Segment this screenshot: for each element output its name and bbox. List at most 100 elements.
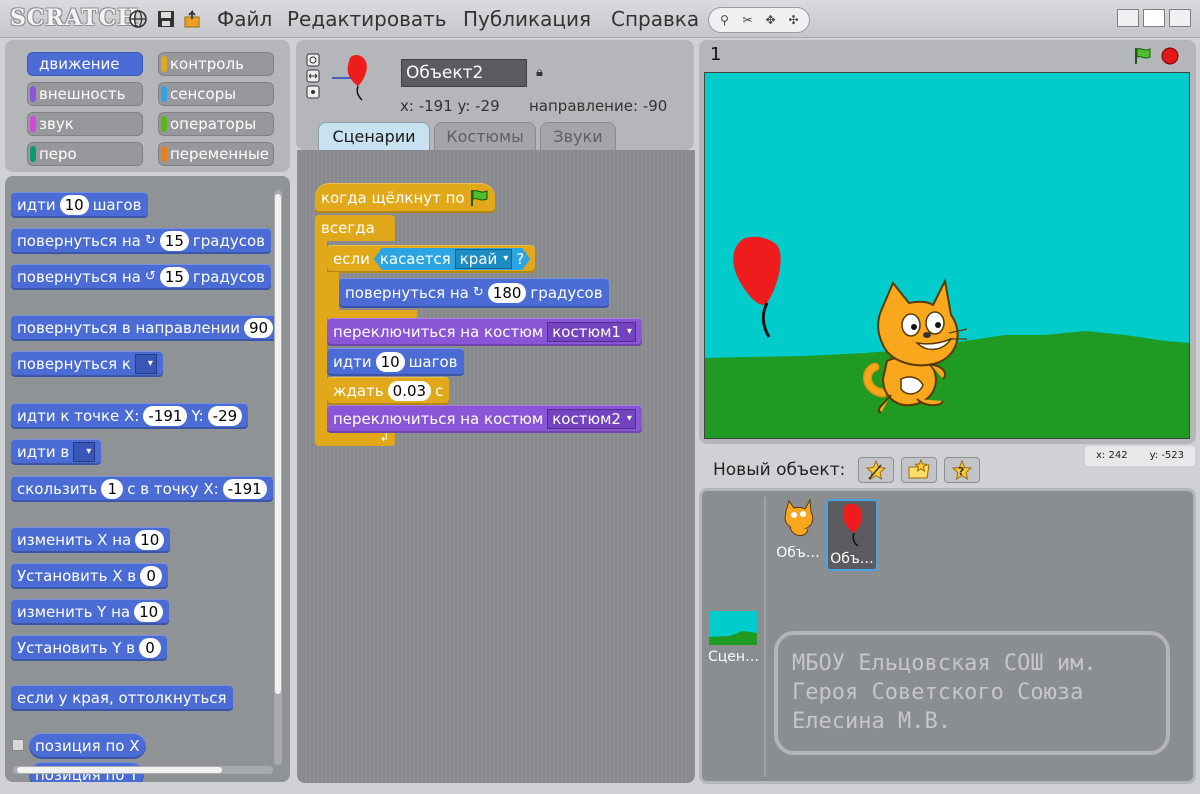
category-sensing[interactable]: сенсоры <box>158 82 274 106</box>
green-flag-icon <box>470 190 488 206</box>
rotate-clockwise-icon: ↻ <box>144 233 156 248</box>
category-variables[interactable]: переменные <box>158 142 274 166</box>
stage-title: 1 <box>710 44 722 65</box>
rotate-counterclockwise-icon: ↺ <box>144 269 156 284</box>
block-goto[interactable]: идти в <box>11 439 102 465</box>
scratch-logo: SCRATCH <box>10 5 140 31</box>
question-star-icon: ? <box>951 459 973 481</box>
duplicate-stamp-icon[interactable]: ⚲ <box>714 10 736 30</box>
category-operators[interactable]: операторы <box>158 112 274 136</box>
sprite-thumb-balloon[interactable]: Объ… <box>826 499 878 571</box>
block-turn-counterclockwise[interactable]: повернуться на ↺ 15 градусов <box>11 264 271 290</box>
paint-star-icon <box>865 459 887 481</box>
sprite-coordinates: x: -191 y: -29 <box>400 97 500 115</box>
menu-help[interactable]: Справка <box>611 7 699 31</box>
block-goto-xy[interactable]: идти к точке X: -191 Y: -29 <box>11 403 249 429</box>
menu-bar: SCRATCH Файл Редактировать Публикация Сп… <box>0 0 1200 38</box>
stage-thumb-image <box>709 611 757 645</box>
costume-dropdown[interactable]: костюм2 <box>547 409 636 429</box>
costume-dropdown[interactable]: костюм1 <box>547 322 636 342</box>
rotate-clockwise-icon: ↻ <box>472 285 484 300</box>
script-block-move[interactable]: идти 10 шагов <box>327 348 464 376</box>
tab-scripts[interactable]: Сценарии <box>318 122 430 150</box>
small-stage-layout-icon[interactable] <box>1117 9 1139 27</box>
block-if[interactable]: если касается край ? <box>327 245 535 273</box>
new-sprite-bar: Новый объект: ? <box>699 452 1196 488</box>
palette-horizontal-scrollbar[interactable] <box>13 766 273 774</box>
sprite-info-panel: Объект2 🔒︎ x: -191 y: -29 направление: -… <box>296 40 694 150</box>
forever-arm <box>315 241 327 434</box>
grow-icon[interactable]: ✥ <box>760 10 782 30</box>
palette-vertical-scrollbar[interactable] <box>274 190 282 765</box>
choose-sprite-from-file-button[interactable] <box>901 457 937 483</box>
block-bounce[interactable]: если у края, оттолкнуться <box>11 685 233 711</box>
goto-dropdown[interactable] <box>73 442 96 462</box>
block-touching[interactable]: касается край ? <box>374 248 530 270</box>
block-turn-clockwise[interactable]: повернуться на ↻ 15 градусов <box>11 228 271 254</box>
rotation-style-icons[interactable] <box>306 53 320 101</box>
category-control[interactable]: контроль <box>158 52 274 76</box>
surprise-sprite-button[interactable]: ? <box>944 457 980 483</box>
share-icon[interactable] <box>183 9 203 29</box>
balloon-sprite-thumbnail <box>332 54 367 101</box>
scripts-area[interactable]: когда щёлкнут по всегда ↲ если касается … <box>297 150 695 783</box>
balloon-thumbnail <box>842 503 863 547</box>
delete-scissors-icon[interactable]: ✂ <box>737 10 759 30</box>
cat-thumbnail <box>784 498 814 536</box>
category-looks[interactable]: внешность <box>27 82 143 106</box>
block-move-steps[interactable]: идти 10 шагов <box>11 192 148 218</box>
save-icon[interactable] <box>156 9 176 29</box>
edit-mode-buttons: ⚲ ✂ ✥ ✣ <box>708 7 810 33</box>
block-forever[interactable]: всегда <box>315 215 395 241</box>
new-sprite-label: Новый объект: <box>713 460 846 480</box>
sprite-thumb-cat[interactable]: Объ… <box>772 497 824 569</box>
stage-scene <box>705 73 1189 438</box>
divider <box>764 497 766 777</box>
block-palette: идти 10 шагов повернуться на ↻ 15 градусов по… <box>5 176 290 782</box>
block-change-y[interactable]: изменить Y на 10 <box>11 599 170 625</box>
forever-loop-icon: ↲ <box>315 432 395 446</box>
menu-file[interactable]: Файл <box>217 7 272 31</box>
svg-text:?: ? <box>958 465 964 478</box>
script-block-costume1[interactable]: переключиться на костюм костюм1 <box>327 318 642 346</box>
category-selector: движение контроль внешность сенсоры звук… <box>5 40 290 172</box>
tab-costumes[interactable]: Костюмы <box>434 122 536 150</box>
sprite-direction: направление: -90 <box>529 97 668 115</box>
normal-stage-layout-icon[interactable] <box>1143 9 1165 27</box>
tab-sounds[interactable]: Звуки <box>540 122 616 150</box>
menu-share[interactable]: Публикация <box>463 7 591 31</box>
globe-icon[interactable] <box>128 9 148 29</box>
block-point-direction[interactable]: повернуться в направлении 90 <box>11 315 280 341</box>
steps-input[interactable]: 10 <box>59 195 89 215</box>
block-when-flag-clicked[interactable]: когда щёлкнут по <box>315 183 495 213</box>
menu-edit[interactable]: Редактировать <box>287 7 447 31</box>
script-block-wait[interactable]: ждать 0.03 с <box>327 377 450 405</box>
block-glide[interactable]: скользить 1 с в точку X: -191 <box>11 476 273 502</box>
x-position-checkbox[interactable] <box>12 739 24 751</box>
green-flag-icon[interactable] <box>1132 46 1152 66</box>
block-change-x[interactable]: изменить X на 10 <box>11 527 171 553</box>
folder-star-icon <box>908 459 930 479</box>
lock-icon[interactable]: 🔒︎ <box>536 65 543 80</box>
sprite-name-field[interactable]: Объект2 <box>401 59 527 87</box>
stage-canvas[interactable] <box>704 72 1190 439</box>
sprite-list-panel: Объ… Объ… Сцен… МБОУ Ельцовская СОШ им. … <box>699 488 1196 784</box>
category-pen[interactable]: перо <box>27 142 143 166</box>
script-block-turn[interactable]: повернуться на ↻ 180 градусов <box>339 278 609 308</box>
block-point-towards[interactable]: повернуться к <box>11 351 163 377</box>
stage-panel: 1 <box>699 40 1196 444</box>
presentation-mode-icon[interactable] <box>1169 9 1191 27</box>
block-set-y[interactable]: Установить Y в0 <box>11 635 168 661</box>
shrink-icon[interactable]: ✣ <box>783 10 805 30</box>
reporter-x-position[interactable]: позиция по X <box>29 733 146 759</box>
stage-thumbnail[interactable]: Сцен… <box>708 611 759 671</box>
category-motion[interactable]: движение <box>27 52 143 76</box>
block-set-x[interactable]: Установить X в0 <box>11 563 169 589</box>
stop-icon[interactable] <box>1160 46 1180 66</box>
paint-new-sprite-button[interactable] <box>858 457 894 483</box>
category-sound[interactable]: звук <box>27 112 143 136</box>
touching-dropdown[interactable]: край <box>455 249 513 269</box>
script-block-costume2[interactable]: переключиться на костюм костюм2 <box>327 405 642 433</box>
credit-watermark: МБОУ Ельцовская СОШ им. Героя Советского… <box>774 631 1170 755</box>
target-dropdown[interactable] <box>134 354 157 374</box>
